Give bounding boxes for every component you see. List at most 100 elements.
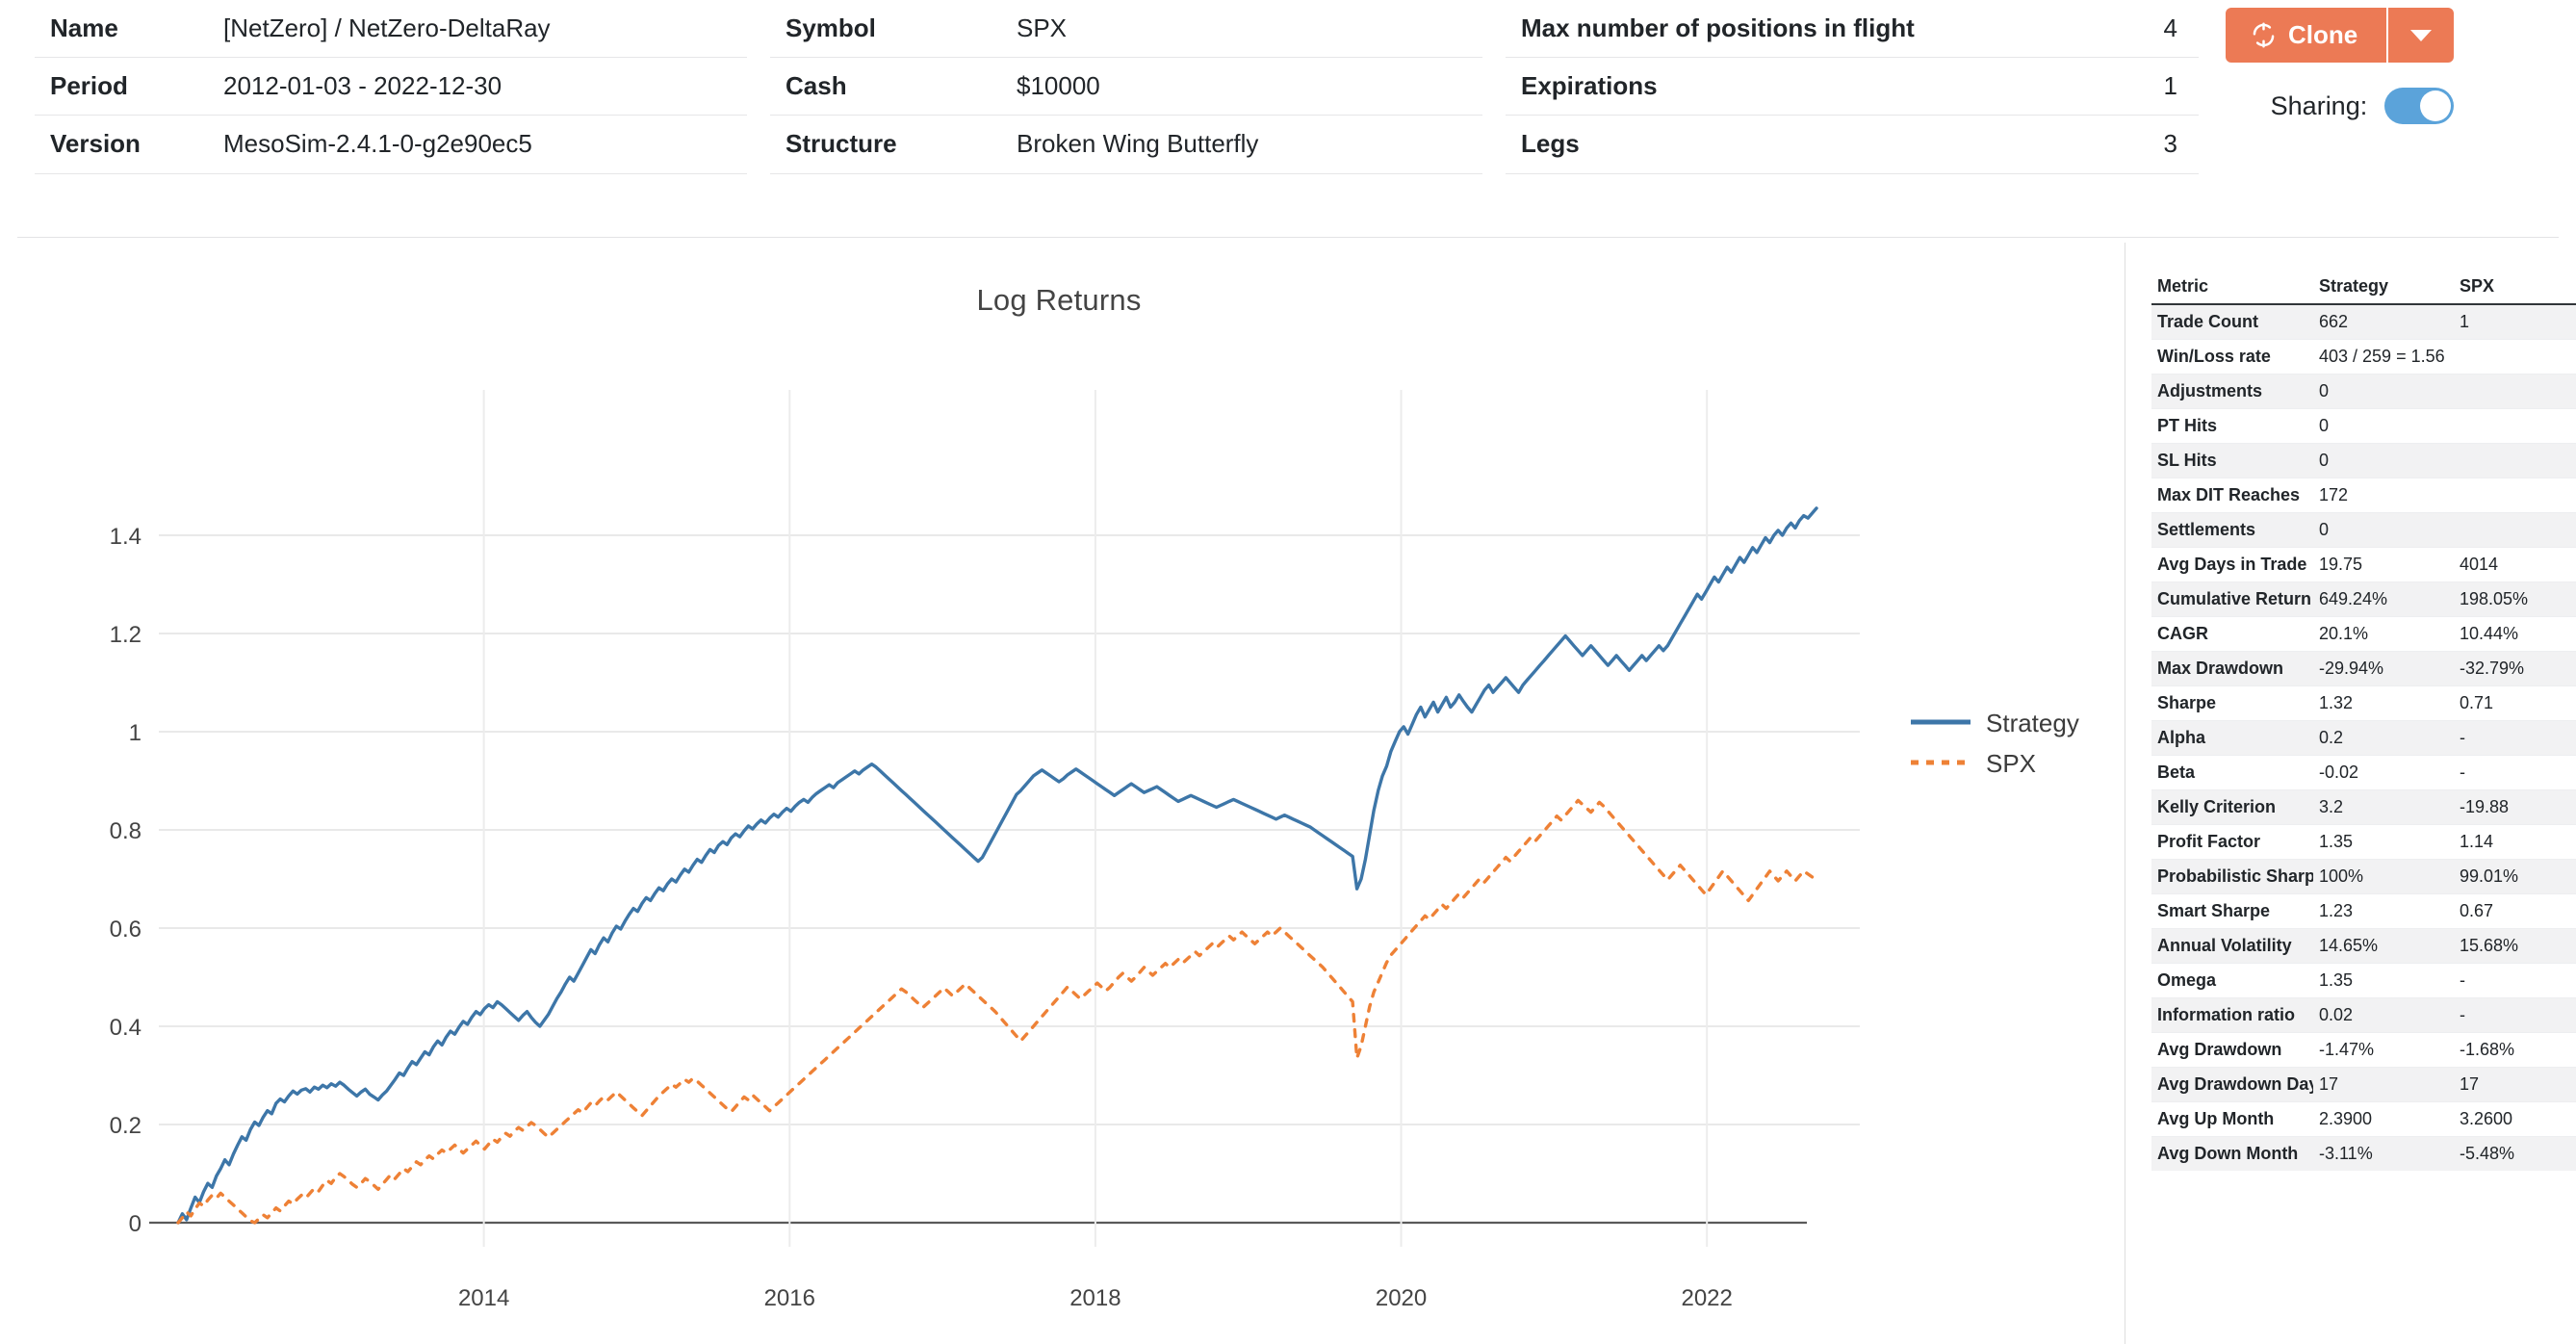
info-table-instrument: Symbol SPX Cash $10000 Structure Broken … (770, 0, 1482, 174)
metric-name: Beta (2151, 755, 2313, 790)
field-value-version: MesoSim-2.4.1-0-g2e90ec5 (208, 115, 747, 174)
clone-button[interactable]: Clone (2226, 8, 2387, 63)
field-label-cash: Cash (770, 57, 1001, 116)
metric-strategy-value: 662 (2313, 303, 2454, 340)
metric-name: Information ratio (2151, 997, 2313, 1033)
metric-name: CAGR (2151, 616, 2313, 652)
field-label-expirations: Expirations (1506, 57, 2045, 116)
legend-label-spx: SPX (1986, 749, 2036, 778)
metric-name: Trade Count (2151, 303, 2313, 340)
metric-spx-value: 198.05% (2454, 582, 2576, 617)
x-axis-tick-label: 2014 (458, 1285, 509, 1311)
metric-spx-value: -1.68% (2454, 1032, 2576, 1068)
chart-series-spx (176, 798, 1818, 1225)
y-axis-tick-label: 0.4 (110, 1015, 142, 1041)
table-row: Symbol SPX (770, 0, 1482, 59)
metric-name: Adjustments (2151, 374, 2313, 409)
metric-name: Avg Down Month (2151, 1136, 2313, 1171)
metric-name: Win/Loss rate (2151, 339, 2313, 375)
metric-spx-value (2454, 443, 2576, 478)
metric-spx-value: - (2454, 963, 2576, 998)
field-value-symbol: SPX (1001, 0, 1482, 59)
legend-label-strategy: Strategy (1986, 709, 2079, 737)
metric-spx-value (2454, 408, 2576, 444)
table-row: Settlements 0 (2151, 512, 2576, 548)
info-table-positions: Max number of positions in flight 4 Expi… (1506, 0, 2199, 174)
table-row: Expirations 1 (1506, 57, 2199, 116)
chart-canvas: 0 0.2 0.4 0.6 0.8 1 1.2 1.4 2014 2016 2018 2020 2022… (110, 390, 2079, 1311)
field-value-cash: $10000 (1001, 57, 1482, 116)
table-row: Period 2012-01-03 - 2022-12-30 (35, 57, 747, 116)
metric-spx-value: 15.68% (2454, 928, 2576, 964)
metric-strategy-value: 649.24% (2313, 582, 2454, 617)
clone-button-group: Clone (2226, 8, 2455, 63)
table-row: Avg Up Month 2.3900 3.2600 (2151, 1101, 2576, 1137)
field-label-legs: Legs (1506, 115, 2045, 174)
x-axis-tick-label: 2022 (1681, 1285, 1732, 1311)
table-row: Name [NetZero] / NetZero-DeltaRay (35, 0, 747, 59)
sharing-toggle[interactable] (2384, 88, 2455, 124)
x-axis-tick-label: 2016 (764, 1285, 815, 1311)
table-row: Cumulative Return 649.24% 198.05% (2151, 582, 2576, 617)
table-row: Avg Drawdown Days 17 17 (2151, 1067, 2576, 1102)
column-header-spx: SPX (2454, 270, 2576, 305)
clone-dropdown-button[interactable] (2386, 8, 2455, 63)
table-row: PT Hits 0 (2151, 408, 2576, 444)
field-value-structure: Broken Wing Butterfly (1001, 115, 1482, 174)
metric-strategy-value: -1.47% (2313, 1032, 2454, 1068)
clone-button-label: Clone (2288, 20, 2358, 49)
backtest-report-page: Name [NetZero] / NetZero-DeltaRay Period… (0, 0, 2576, 1344)
metric-name: Avg Drawdown (2151, 1032, 2313, 1068)
metric-name: Smart Sharpe (2151, 893, 2313, 929)
header-actions: Clone Sharing: (2226, 8, 2455, 124)
metric-strategy-value: 1.23 (2313, 893, 2454, 929)
metric-strategy-value: 14.65% (2313, 928, 2454, 964)
metric-name: Avg Drawdown Days (2151, 1067, 2313, 1102)
metric-strategy-value: 1.35 (2313, 963, 2454, 998)
metric-strategy-value: 100% (2313, 859, 2454, 894)
metric-spx-value: 1 (2454, 303, 2576, 340)
metric-strategy-value: -3.11% (2313, 1136, 2454, 1171)
metric-strategy-value: 2.3900 (2313, 1101, 2454, 1137)
metrics-panel: Metric Strategy SPX Trade Count 662 1 Win/L… (2151, 270, 2576, 1344)
field-label-version: Version (35, 115, 208, 174)
field-value-name: [NetZero] / NetZero-DeltaRay (208, 0, 747, 59)
y-axis-tick-label: 1.4 (110, 524, 142, 550)
metric-spx-value: - (2454, 720, 2576, 756)
table-row: Avg Days in Trade 19.75 4014 (2151, 547, 2576, 582)
column-header-metric: Metric (2151, 270, 2313, 305)
chevron-down-icon (2410, 29, 2433, 41)
metric-strategy-value: 0 (2313, 443, 2454, 478)
metric-strategy-value: 3.2 (2313, 789, 2454, 825)
column-header-strategy: Strategy (2313, 270, 2454, 305)
metric-name: SL Hits (2151, 443, 2313, 478)
table-row: Omega 1.35- (2151, 963, 2576, 998)
metric-spx-value: 0.67 (2454, 893, 2576, 929)
metric-spx-value: 0.71 (2454, 685, 2576, 721)
metric-name: Sharpe (2151, 685, 2313, 721)
metric-name: Kelly Criterion (2151, 789, 2313, 825)
metric-strategy-value: 0 (2313, 374, 2454, 409)
metric-name: Max DIT Reaches (2151, 478, 2313, 513)
y-axis-tick-label: 1 (129, 720, 142, 746)
field-value-legs: 3 (2045, 115, 2199, 174)
metrics-table: Metric Strategy SPX Trade Count 662 1 Win/L… (2151, 270, 2576, 1171)
metric-spx-value: 99.01% (2454, 859, 2576, 894)
metric-strategy-value: 0.02 (2313, 997, 2454, 1033)
sharing-toggle-knob (2420, 90, 2452, 121)
metric-strategy-value: 0 (2313, 408, 2454, 444)
metric-strategy-value: -0.02 (2313, 755, 2454, 790)
y-axis-tick-label: 0.6 (110, 917, 142, 943)
table-row: Adjustments 0 (2151, 374, 2576, 409)
table-row: Avg Drawdown -1.47% -1.68% (2151, 1032, 2576, 1068)
metric-name: Omega (2151, 963, 2313, 998)
field-value-expirations: 1 (2045, 57, 2199, 116)
metric-spx-value: 1.14 (2454, 824, 2576, 860)
summary-header: Name [NetZero] / NetZero-DeltaRay Period… (0, 0, 2576, 237)
y-axis-tick-label: 0.8 (110, 818, 142, 844)
metric-spx-value: -19.88 (2454, 789, 2576, 825)
field-label-name: Name (35, 0, 208, 59)
table-row: Avg Down Month -3.11% -5.48% (2151, 1136, 2576, 1171)
metric-spx-value (2454, 512, 2576, 548)
metric-spx-value (2454, 339, 2576, 375)
